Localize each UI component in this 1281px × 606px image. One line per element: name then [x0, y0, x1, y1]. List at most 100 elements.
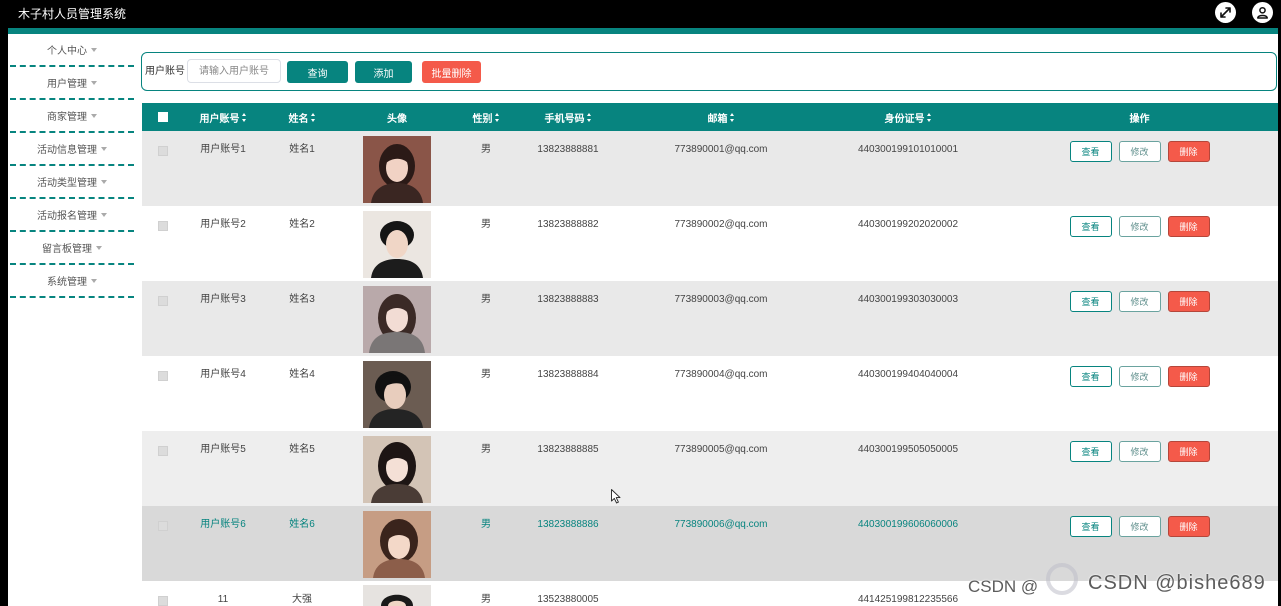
row-checkbox[interactable]: [158, 371, 168, 381]
sort-icon[interactable]: [241, 112, 247, 122]
delete-button[interactable]: 删除: [1167, 516, 1210, 537]
cell-phone: 13523880005: [537, 594, 599, 605]
delete-button[interactable]: 删除: [1167, 366, 1210, 387]
view-button[interactable]: 查看: [1069, 141, 1112, 162]
view-button[interactable]: 查看: [1069, 366, 1112, 387]
avatar-cell: [342, 281, 452, 356]
table-row[interactable]: 用户账号4 姓名4 男 13823888884 773890004@qq.com…: [142, 356, 1278, 431]
user-table: 用户账号 姓名 头像 性别 手机号码 邮箱 身份证号 操作 用户账号1 姓名1 …: [142, 103, 1278, 606]
cell-gender: 男: [481, 369, 491, 380]
sidebar-item-user-management[interactable]: 用户管理: [10, 67, 134, 100]
sidebar-item-label: 商家管理: [47, 112, 87, 123]
sidebar-item-message-board-management[interactable]: 留言板管理: [10, 232, 134, 265]
row-checkbox[interactable]: [158, 596, 168, 606]
row-checkbox[interactable]: [158, 521, 168, 531]
column-header-phone[interactable]: 手机号码: [520, 103, 616, 131]
table-row[interactable]: 用户账号1 姓名1 男 13823888881 773890001@qq.com…: [142, 131, 1278, 206]
row-checkbox[interactable]: [158, 296, 168, 306]
row-checkbox[interactable]: [158, 221, 168, 231]
chevron-down-icon: [101, 146, 107, 151]
user-account-search-input[interactable]: [187, 59, 281, 83]
cell-name: 姓名3: [289, 294, 315, 305]
sidebar-item-label: 活动报名管理: [37, 211, 97, 222]
sort-icon[interactable]: [926, 112, 932, 122]
avatar: [363, 436, 431, 503]
search-panel: 用户账号 查询 添加 批量删除: [141, 52, 1277, 91]
edit-button[interactable]: 修改: [1118, 516, 1161, 537]
view-button[interactable]: 查看: [1069, 516, 1112, 537]
row-checkbox[interactable]: [158, 446, 168, 456]
avatar: [363, 585, 431, 606]
cell-account: 用户账号1: [200, 144, 246, 155]
sort-icon[interactable]: [494, 112, 500, 122]
column-header-id-number[interactable]: 身份证号: [826, 103, 990, 131]
edit-button[interactable]: 修改: [1118, 291, 1161, 312]
cell-actions: 查看 修改 删除: [990, 131, 1278, 206]
column-header-gender[interactable]: 性别: [452, 103, 520, 131]
cell-account: 用户账号2: [200, 219, 246, 230]
cell-actions: 查看 修改 删除: [990, 281, 1278, 356]
avatar-cell: [342, 581, 452, 606]
edit-button[interactable]: 修改: [1118, 441, 1161, 462]
delete-button[interactable]: 删除: [1167, 441, 1210, 462]
avatar: [363, 286, 431, 353]
sidebar-item-activity-info-management[interactable]: 活动信息管理: [10, 133, 134, 166]
cell-email: 773890003@qq.com: [674, 294, 768, 305]
chevron-down-icon: [91, 113, 97, 118]
avatar-cell: [342, 131, 452, 206]
table-row[interactable]: 用户账号3 姓名3 男 13823888883 773890003@qq.com…: [142, 281, 1278, 356]
sidebar-item-activity-registration-management[interactable]: 活动报名管理: [10, 199, 134, 232]
user-account-label: 用户账号: [145, 66, 185, 77]
cell-email: [616, 581, 826, 606]
row-checkbox[interactable]: [158, 146, 168, 156]
user-icon[interactable]: [1252, 2, 1273, 23]
delete-button[interactable]: 删除: [1167, 291, 1210, 312]
column-header-name[interactable]: 姓名: [262, 103, 342, 131]
edit-button[interactable]: 修改: [1118, 216, 1161, 237]
view-button[interactable]: 查看: [1069, 441, 1112, 462]
checkbox-cell: [142, 356, 184, 431]
sidebar-menu: 个人中心 用户管理 商家管理 活动信息管理 活动类型管理 活动报名管理 留言板管…: [10, 34, 134, 298]
batch-delete-button[interactable]: 批量删除: [422, 61, 481, 83]
delete-button[interactable]: 删除: [1167, 216, 1210, 237]
avatar-cell: [342, 356, 452, 431]
add-button[interactable]: 添加: [355, 61, 412, 83]
sidebar-item-system-management[interactable]: 系统管理: [10, 265, 134, 298]
column-header-avatar: 头像: [342, 103, 452, 131]
table-row[interactable]: 用户账号2 姓名2 男 13823888882 773890002@qq.com…: [142, 206, 1278, 281]
column-header-label: 头像: [387, 113, 407, 125]
edit-button[interactable]: 修改: [1118, 141, 1161, 162]
sidebar-item-merchant-management[interactable]: 商家管理: [10, 100, 134, 133]
mouse-cursor-icon: [611, 489, 621, 504]
sort-icon[interactable]: [729, 112, 735, 122]
cell-account: 11: [217, 594, 229, 605]
header-accent-stripe: [8, 28, 1278, 34]
query-button[interactable]: 查询: [287, 61, 348, 83]
table-row[interactable]: 用户账号5 姓名5 男 13823888885 773890005@qq.com…: [142, 431, 1278, 506]
sidebar-item-personal-center[interactable]: 个人中心: [10, 34, 134, 67]
chevron-down-icon: [91, 47, 97, 52]
window-left-border: [0, 28, 8, 606]
column-header-label: 邮箱: [707, 113, 728, 125]
view-button[interactable]: 查看: [1069, 291, 1112, 312]
cell-phone: 13823888881: [537, 144, 599, 155]
sort-icon[interactable]: [310, 112, 316, 122]
avatar-cell: [342, 506, 452, 581]
edit-button[interactable]: 修改: [1118, 366, 1161, 387]
fullscreen-icon[interactable]: [1215, 2, 1236, 23]
column-header-email[interactable]: 邮箱: [616, 103, 826, 131]
watermark-text: CSDN @: [968, 577, 1039, 596]
table-row[interactable]: 用户账号6 姓名6 男 13823888886 773890006@qq.com…: [142, 506, 1278, 581]
delete-button[interactable]: 删除: [1167, 141, 1210, 162]
cell-gender: 男: [481, 519, 491, 530]
cell-id-number: 440300199404040004: [857, 369, 959, 380]
sidebar-item-activity-type-management[interactable]: 活动类型管理: [10, 166, 134, 199]
select-all-checkbox[interactable]: [158, 112, 168, 122]
avatar: [363, 361, 431, 428]
sidebar-item-label: 系统管理: [47, 277, 87, 288]
top-header-bar: 木子村人员管理系统: [0, 0, 1281, 28]
sort-icon[interactable]: [586, 112, 592, 122]
app-title: 木子村人员管理系统: [18, 7, 127, 21]
column-header-account[interactable]: 用户账号: [184, 103, 262, 131]
view-button[interactable]: 查看: [1069, 216, 1112, 237]
